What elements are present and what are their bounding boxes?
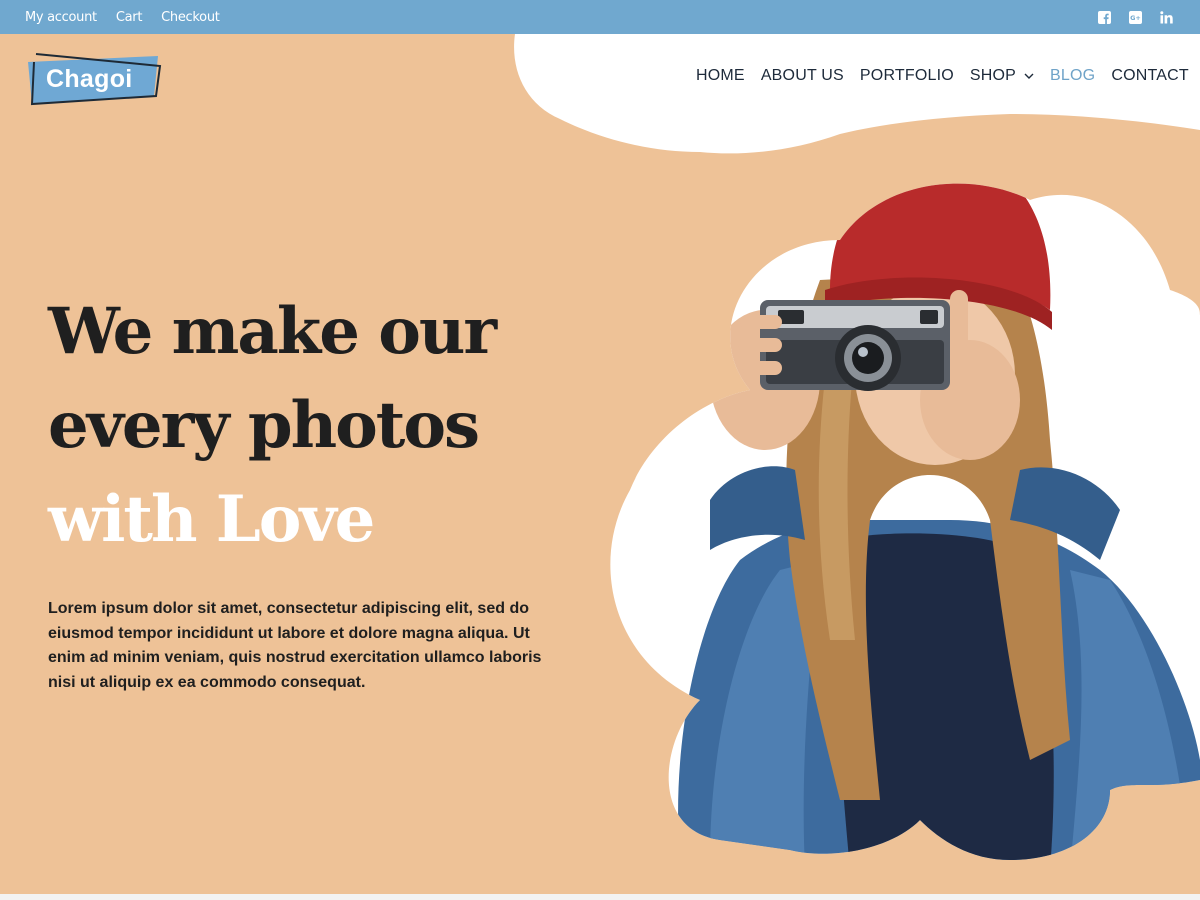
top-links: My account Cart Checkout: [25, 10, 220, 25]
social-links: G+: [1097, 10, 1175, 24]
hero-title: We make our every photos with Love: [48, 285, 608, 567]
nav-blog[interactable]: BLOG: [1050, 67, 1095, 85]
top-bar: My account Cart Checkout G+: [0, 0, 1200, 34]
hero-title-line-1: We make our: [48, 294, 497, 369]
svg-text:G+: G+: [1130, 14, 1141, 22]
cart-link[interactable]: Cart: [116, 10, 143, 25]
logo-text: Chagoi: [46, 65, 133, 93]
nav-shop[interactable]: SHOP: [970, 67, 1034, 85]
facebook-icon[interactable]: [1097, 10, 1111, 24]
hero-title-line-3: with Love: [48, 482, 375, 557]
nav-shop-label: SHOP: [969, 66, 1017, 84]
logo[interactable]: Chagoi: [24, 52, 164, 110]
main-nav: HOME ABOUT US PORTFOLIO SHOP BLOG CONTAC…: [696, 66, 1200, 85]
hero-description: Lorem ipsum dolor sit amet, consectetur …: [48, 600, 542, 691]
nav-contact[interactable]: CONTACT: [1111, 67, 1189, 85]
nav-about-us[interactable]: ABOUT US: [761, 67, 844, 85]
nav-home[interactable]: HOME: [696, 67, 745, 85]
hero-photo: [590, 140, 1200, 870]
bottom-strip: [0, 894, 1200, 900]
chevron-down-icon: [1024, 73, 1034, 79]
google-plus-icon[interactable]: G+: [1128, 10, 1142, 24]
my-account-link[interactable]: My account: [25, 10, 97, 25]
checkout-link[interactable]: Checkout: [161, 10, 220, 25]
linkedin-icon[interactable]: [1159, 10, 1173, 24]
hero-title-line-2: every photos: [48, 388, 480, 463]
nav-portfolio[interactable]: PORTFOLIO: [860, 67, 954, 85]
